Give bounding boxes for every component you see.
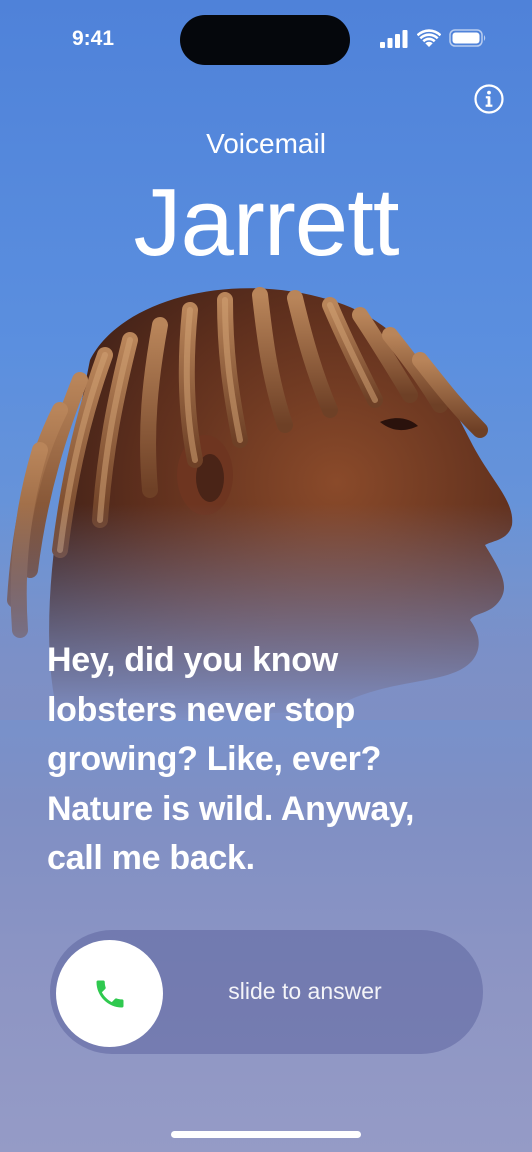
battery-icon bbox=[449, 29, 486, 47]
dynamic-island bbox=[180, 15, 350, 65]
phone-icon bbox=[96, 980, 124, 1008]
info-icon[interactable] bbox=[473, 83, 505, 115]
caller-name: Jarrett bbox=[133, 169, 399, 276]
voicemail-transcript: Hey, did you know lobsters never stop gr… bbox=[47, 636, 467, 884]
incoming-voicemail-screen: 9:41 Voicemail Jarrett Hey, did you know… bbox=[0, 0, 532, 1152]
slide-to-answer-label: slide to answer bbox=[228, 978, 382, 1004]
status-bar: 9:41 bbox=[0, 0, 532, 80]
transcript-line: lobsters never stop bbox=[47, 690, 355, 729]
home-indicator[interactable] bbox=[171, 1131, 361, 1138]
transcript-line: Hey, did you know bbox=[47, 641, 338, 679]
transcript-line: growing? Like, ever? bbox=[47, 740, 382, 778]
slide-to-answer-track[interactable]: slide to answer bbox=[50, 930, 483, 1054]
status-time: 9:41 bbox=[72, 27, 115, 50]
transcript-line: call me back. bbox=[47, 839, 255, 877]
call-type-label: Voicemail bbox=[206, 128, 326, 159]
transcript-line: Nature is wild. Anyway, bbox=[47, 789, 415, 828]
wifi-icon bbox=[417, 29, 441, 47]
answer-slider-knob[interactable] bbox=[56, 940, 163, 1047]
signal-icon bbox=[380, 30, 408, 48]
